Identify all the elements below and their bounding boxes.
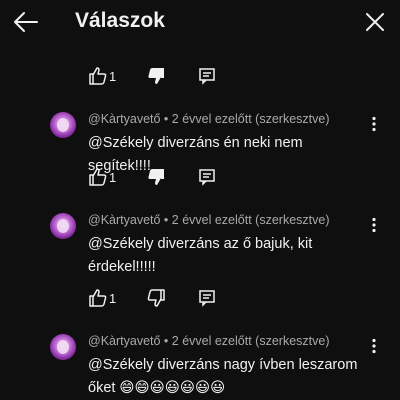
like-count: 1 (109, 170, 117, 185)
header-bar: Válaszok (0, 0, 400, 44)
page-title: Válaszok (75, 9, 165, 32)
meta-separator: • (160, 334, 172, 348)
like-count: 1 (109, 69, 117, 84)
comment-actions: 1 (88, 288, 228, 312)
more-vert-icon (369, 217, 379, 233)
dislike-button[interactable] (146, 167, 166, 187)
comment-actions: 1 (88, 167, 228, 191)
reply-icon (198, 168, 216, 186)
more-vert-icon (369, 116, 379, 132)
comment-text: @Székely diverzáns nagy ívben leszarom ő… (88, 354, 368, 400)
avatar[interactable] (50, 213, 76, 239)
comment-time: 2 évvel ezelőtt (szerkesztve) (171, 112, 330, 126)
like-button[interactable] (88, 288, 108, 308)
thumbs-down-icon (146, 66, 166, 86)
comment-time: 2 évvel ezelőtt (szerkesztve) (171, 334, 330, 348)
comment-text-line: @Székely diverzáns az ő bajuk, kit (88, 236, 313, 252)
comment-meta: @Kàrtyavető • 2 évvel ezelőtt (szerkeszt… (88, 112, 329, 126)
thumbs-up-icon (88, 288, 108, 308)
close-button[interactable] (364, 11, 386, 33)
thumbs-down-icon (146, 288, 166, 308)
reply-icon (198, 67, 216, 85)
comment-meta: @Kàrtyavető • 2 évvel ezelőtt (szerkeszt… (88, 334, 329, 348)
reply-button[interactable] (198, 289, 216, 307)
thumbs-down-icon (146, 167, 166, 187)
meta-separator: • (160, 112, 172, 126)
dislike-button[interactable] (146, 66, 166, 86)
author-name[interactable]: @Kàrtyavető (88, 213, 160, 227)
like-button[interactable] (88, 167, 108, 187)
comment-text-line: érdekel!!!!! (88, 259, 156, 275)
back-button[interactable] (12, 10, 40, 34)
more-options-button[interactable] (369, 338, 379, 354)
more-options-button[interactable] (369, 116, 379, 132)
comment-text: @Székely diverzáns az ő bajuk, kit érdek… (88, 233, 368, 279)
reply-button[interactable] (198, 67, 216, 85)
author-name[interactable]: @Kàrtyavető (88, 334, 160, 348)
close-icon (364, 11, 386, 33)
avatar[interactable] (50, 112, 76, 138)
more-options-button[interactable] (369, 217, 379, 233)
comment-time: 2 évvel ezelőtt (szerkesztve) (171, 213, 330, 227)
more-vert-icon (369, 338, 379, 354)
author-name[interactable]: @Kàrtyavető (88, 112, 160, 126)
avatar[interactable] (50, 334, 76, 360)
comment-meta: @Kàrtyavető • 2 évvel ezelőtt (szerkeszt… (88, 213, 329, 227)
meta-separator: • (160, 213, 172, 227)
arrow-left-icon (12, 10, 40, 34)
comment-text-line: őket 😄😄😃😃😃😃😃 (88, 380, 226, 396)
reply-icon (198, 289, 216, 307)
thumbs-up-icon (88, 66, 108, 86)
like-count: 1 (109, 291, 117, 306)
dislike-button[interactable] (146, 288, 166, 308)
comment-text-line: @Székely diverzáns nagy ívben leszarom (88, 357, 358, 373)
thumbs-up-icon (88, 167, 108, 187)
previous-comment-actions: 1 (88, 66, 228, 90)
like-button[interactable] (88, 66, 108, 86)
reply-button[interactable] (198, 168, 216, 186)
